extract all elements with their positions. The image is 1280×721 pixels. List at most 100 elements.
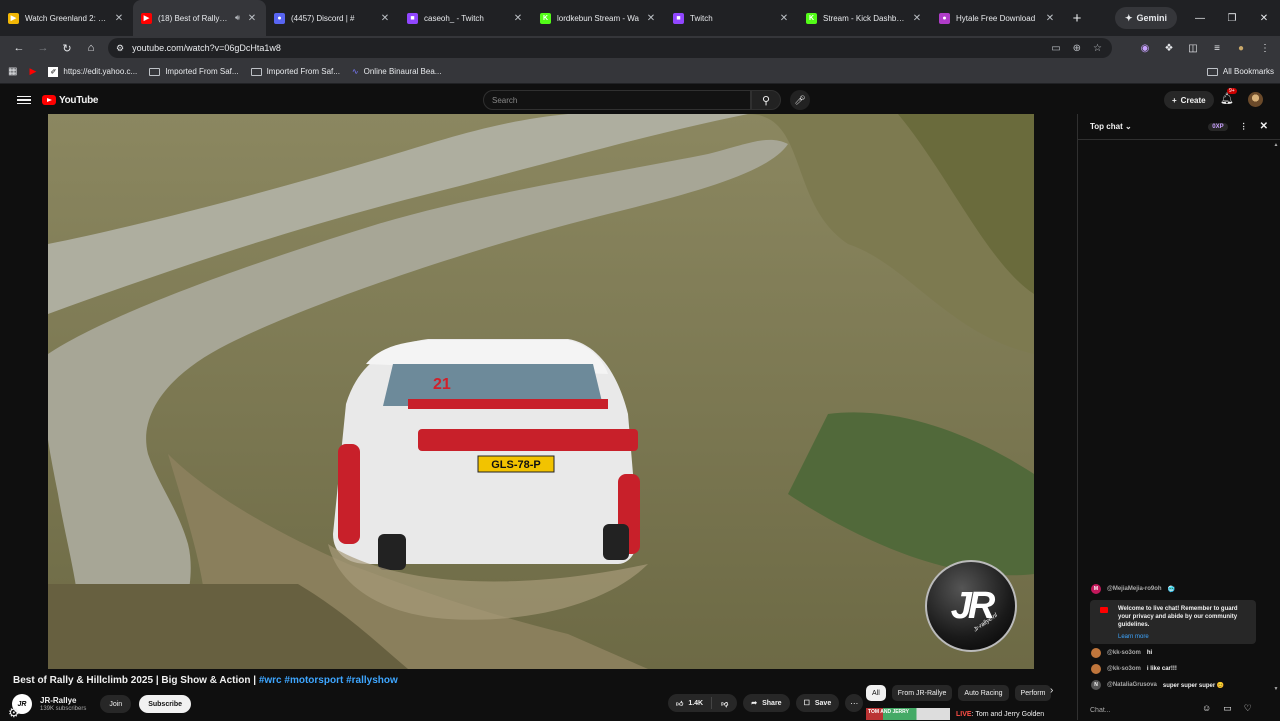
chat-message[interactable]: @kk-so3om hi xyxy=(1091,648,1152,658)
recommended-thumbnail[interactable]: TOM AND JERRY xyxy=(866,708,950,720)
close-tab-icon[interactable]: ✕ xyxy=(1044,13,1056,24)
filter-chip[interactable]: Auto Racing xyxy=(958,685,1009,701)
xp-badge[interactable]: 0XP xyxy=(1208,122,1228,131)
extensions-puzzle-icon[interactable]: ❖ xyxy=(1160,43,1178,54)
chat-mode-dropdown[interactable]: Top chat ⌄ xyxy=(1090,122,1132,131)
bookmark-item[interactable]: ✐ https://edit.yahoo.c... xyxy=(48,66,137,77)
close-tab-icon[interactable]: ✕ xyxy=(246,13,258,24)
chat-menu-icon[interactable]: ⋮ xyxy=(1240,122,1248,131)
chat-message[interactable]: M @MejiaMejia-ro9oh 🥶 xyxy=(1091,584,1175,594)
close-chat-icon[interactable]: ✕ xyxy=(1260,121,1268,132)
all-bookmarks[interactable]: All Bookmarks xyxy=(1206,67,1280,76)
home-button[interactable]: ⌂ xyxy=(79,42,103,54)
bookmark-item[interactable]: ∿ Online Binaural Bea... xyxy=(352,67,442,76)
gemini-button[interactable]: ✦ Gemini xyxy=(1115,7,1178,29)
search-button[interactable]: ⚲ xyxy=(751,90,781,110)
chat-avatar[interactable]: M xyxy=(1091,584,1101,594)
close-tab-icon[interactable]: ✕ xyxy=(778,13,790,24)
search-input[interactable] xyxy=(492,95,750,105)
close-tab-icon[interactable]: ✕ xyxy=(645,13,657,24)
account-avatar[interactable] xyxy=(1248,92,1263,107)
video-title: Best of Rally & Hillclimb 2025 | Big Sho… xyxy=(13,675,398,686)
close-tab-icon[interactable]: ✕ xyxy=(512,13,524,24)
browser-tab[interactable]: ■ caseoh_ - Twitch ✕ xyxy=(399,0,532,36)
browser-tab[interactable]: ● Hytale Free Download ✕ xyxy=(931,0,1064,36)
close-tab-icon[interactable]: ✕ xyxy=(379,13,391,24)
more-actions-button[interactable]: ⋯ xyxy=(845,694,864,712)
channel-name[interactable]: JR-Rallye xyxy=(40,696,86,705)
extension-icon-circle[interactable]: ◉ xyxy=(1136,43,1154,54)
menu-icon[interactable] xyxy=(17,95,31,105)
chat-author[interactable]: @MejiaMejia-ro9oh xyxy=(1107,586,1162,592)
subscribe-button[interactable]: Subscribe xyxy=(139,695,192,713)
car-number: 21 xyxy=(433,376,451,393)
media-control-icon[interactable]: ≡ xyxy=(1208,43,1226,54)
close-tab-icon[interactable]: ✕ xyxy=(911,13,923,24)
sidepanel-icon[interactable]: ◫ xyxy=(1184,43,1202,54)
close-window-button[interactable]: ✕ xyxy=(1248,13,1280,24)
browser-tab[interactable]: ● (4457) Discord | # ✕ xyxy=(266,0,399,36)
scroll-down-arrow[interactable]: ▼ xyxy=(1272,686,1280,692)
dislike-button[interactable]: 👎︎ xyxy=(712,699,737,708)
chat-input[interactable] xyxy=(1090,706,1200,714)
recommended-video[interactable]: TOM AND JERRY LIVE: Tom and Jerry Golden xyxy=(866,708,1066,720)
chat-author[interactable]: @kk-so3om xyxy=(1107,666,1141,672)
create-button[interactable]: + Create xyxy=(1164,91,1214,109)
restore-button[interactable]: ❐ xyxy=(1216,13,1248,24)
chevron-right-icon[interactable]: › xyxy=(1050,685,1053,696)
tab-title: (18) Best of Rally & Hi xyxy=(158,13,229,23)
chat-avatar[interactable] xyxy=(1091,664,1101,674)
filter-chip[interactable]: Perform xyxy=(1014,685,1052,701)
learn-more-link[interactable]: Learn more xyxy=(1118,633,1250,641)
notifications-button[interactable]: 🔔︎ 9+ xyxy=(1220,88,1237,105)
youtube-logo[interactable]: YouTube xyxy=(42,95,99,106)
search-box xyxy=(483,90,751,110)
emoji-icon[interactable]: ☺ xyxy=(1202,703,1211,714)
filter-chip[interactable]: All xyxy=(866,685,886,701)
tab-title: caseoh_ - Twitch xyxy=(424,13,484,23)
forward-button[interactable]: → xyxy=(31,42,55,54)
youtube-bookmark-icon[interactable]: ▶ xyxy=(29,66,36,77)
join-button[interactable]: Join xyxy=(100,695,132,713)
bookmark-item[interactable]: Imported From Saf... xyxy=(149,67,239,76)
apps-grid-icon[interactable]: ▦ xyxy=(8,66,17,77)
super-chat-icon[interactable]: ▭ xyxy=(1223,703,1232,714)
speaker-icon[interactable]: 🔊︎ xyxy=(235,13,240,23)
filter-chip[interactable]: From JR-Rallye xyxy=(891,685,953,701)
scroll-up-arrow[interactable]: ▲ xyxy=(1272,142,1280,148)
video-player[interactable]: GLS-78-P 21 xyxy=(48,114,1034,669)
browser-tab[interactable]: ▶ Watch Greenland 2: Mig ✕ xyxy=(0,0,133,36)
chat-author[interactable]: @kk-so3om xyxy=(1107,650,1141,656)
chat-avatar[interactable]: N xyxy=(1091,680,1101,690)
zoom-icon[interactable]: ⊕ xyxy=(1073,43,1081,54)
close-tab-icon[interactable]: ✕ xyxy=(113,13,125,24)
new-tab-button[interactable]: + xyxy=(1064,10,1090,27)
chat-message[interactable]: @kk-so3om i like car!!! xyxy=(1091,664,1177,674)
minimize-button[interactable]: — xyxy=(1184,13,1216,24)
site-info-icon[interactable]: ⚙ xyxy=(116,43,124,54)
chat-message[interactable]: N @NataliaGrusova super super super 😊 xyxy=(1091,680,1224,690)
video-hashtags[interactable]: #wrc #motorsport #rallyshow xyxy=(259,675,398,686)
settings-gear-icon[interactable]: ⚙ xyxy=(8,705,20,721)
install-app-icon[interactable]: ▭ xyxy=(1051,43,1060,54)
save-button[interactable]: ☐ Save xyxy=(795,694,840,712)
like-button[interactable]: 👍︎ 1.4K xyxy=(668,697,713,709)
browser-tab[interactable]: ▶ (18) Best of Rally & Hi 🔊︎ ✕ xyxy=(133,0,266,36)
back-button[interactable]: ← xyxy=(7,42,31,54)
browser-tab[interactable]: ■ Twitch ✕ xyxy=(665,0,798,36)
browser-tab[interactable]: K Stream - Kick Dashboa ✕ xyxy=(798,0,931,36)
bookmark-item[interactable]: Imported From Saf... xyxy=(250,67,340,76)
heart-icon[interactable]: ♡ xyxy=(1244,703,1252,714)
share-button[interactable]: ➦ Share xyxy=(743,694,790,712)
reload-button[interactable]: ↻ xyxy=(55,42,79,55)
browser-menu-icon[interactable]: ⋮ xyxy=(1256,43,1274,54)
chat-text: hi xyxy=(1146,650,1153,656)
chat-author[interactable]: @NataliaGrusova xyxy=(1107,682,1157,688)
profile-avatar-icon[interactable]: ● xyxy=(1232,43,1250,54)
bookmark-star-icon[interactable]: ☆ xyxy=(1093,43,1102,54)
recommended-title[interactable]: LIVE: Tom and Jerry Golden xyxy=(956,711,1044,718)
browser-tab[interactable]: Klordkebun Stream - Wa ✕ xyxy=(532,0,665,36)
chat-avatar[interactable] xyxy=(1091,648,1101,658)
voice-search-button[interactable]: 🎤︎ xyxy=(790,90,810,110)
address-bar[interactable]: ⚙ youtube.com/watch?v=06gDcHta1w8 ▭ ⊕ ☆ xyxy=(108,38,1112,58)
